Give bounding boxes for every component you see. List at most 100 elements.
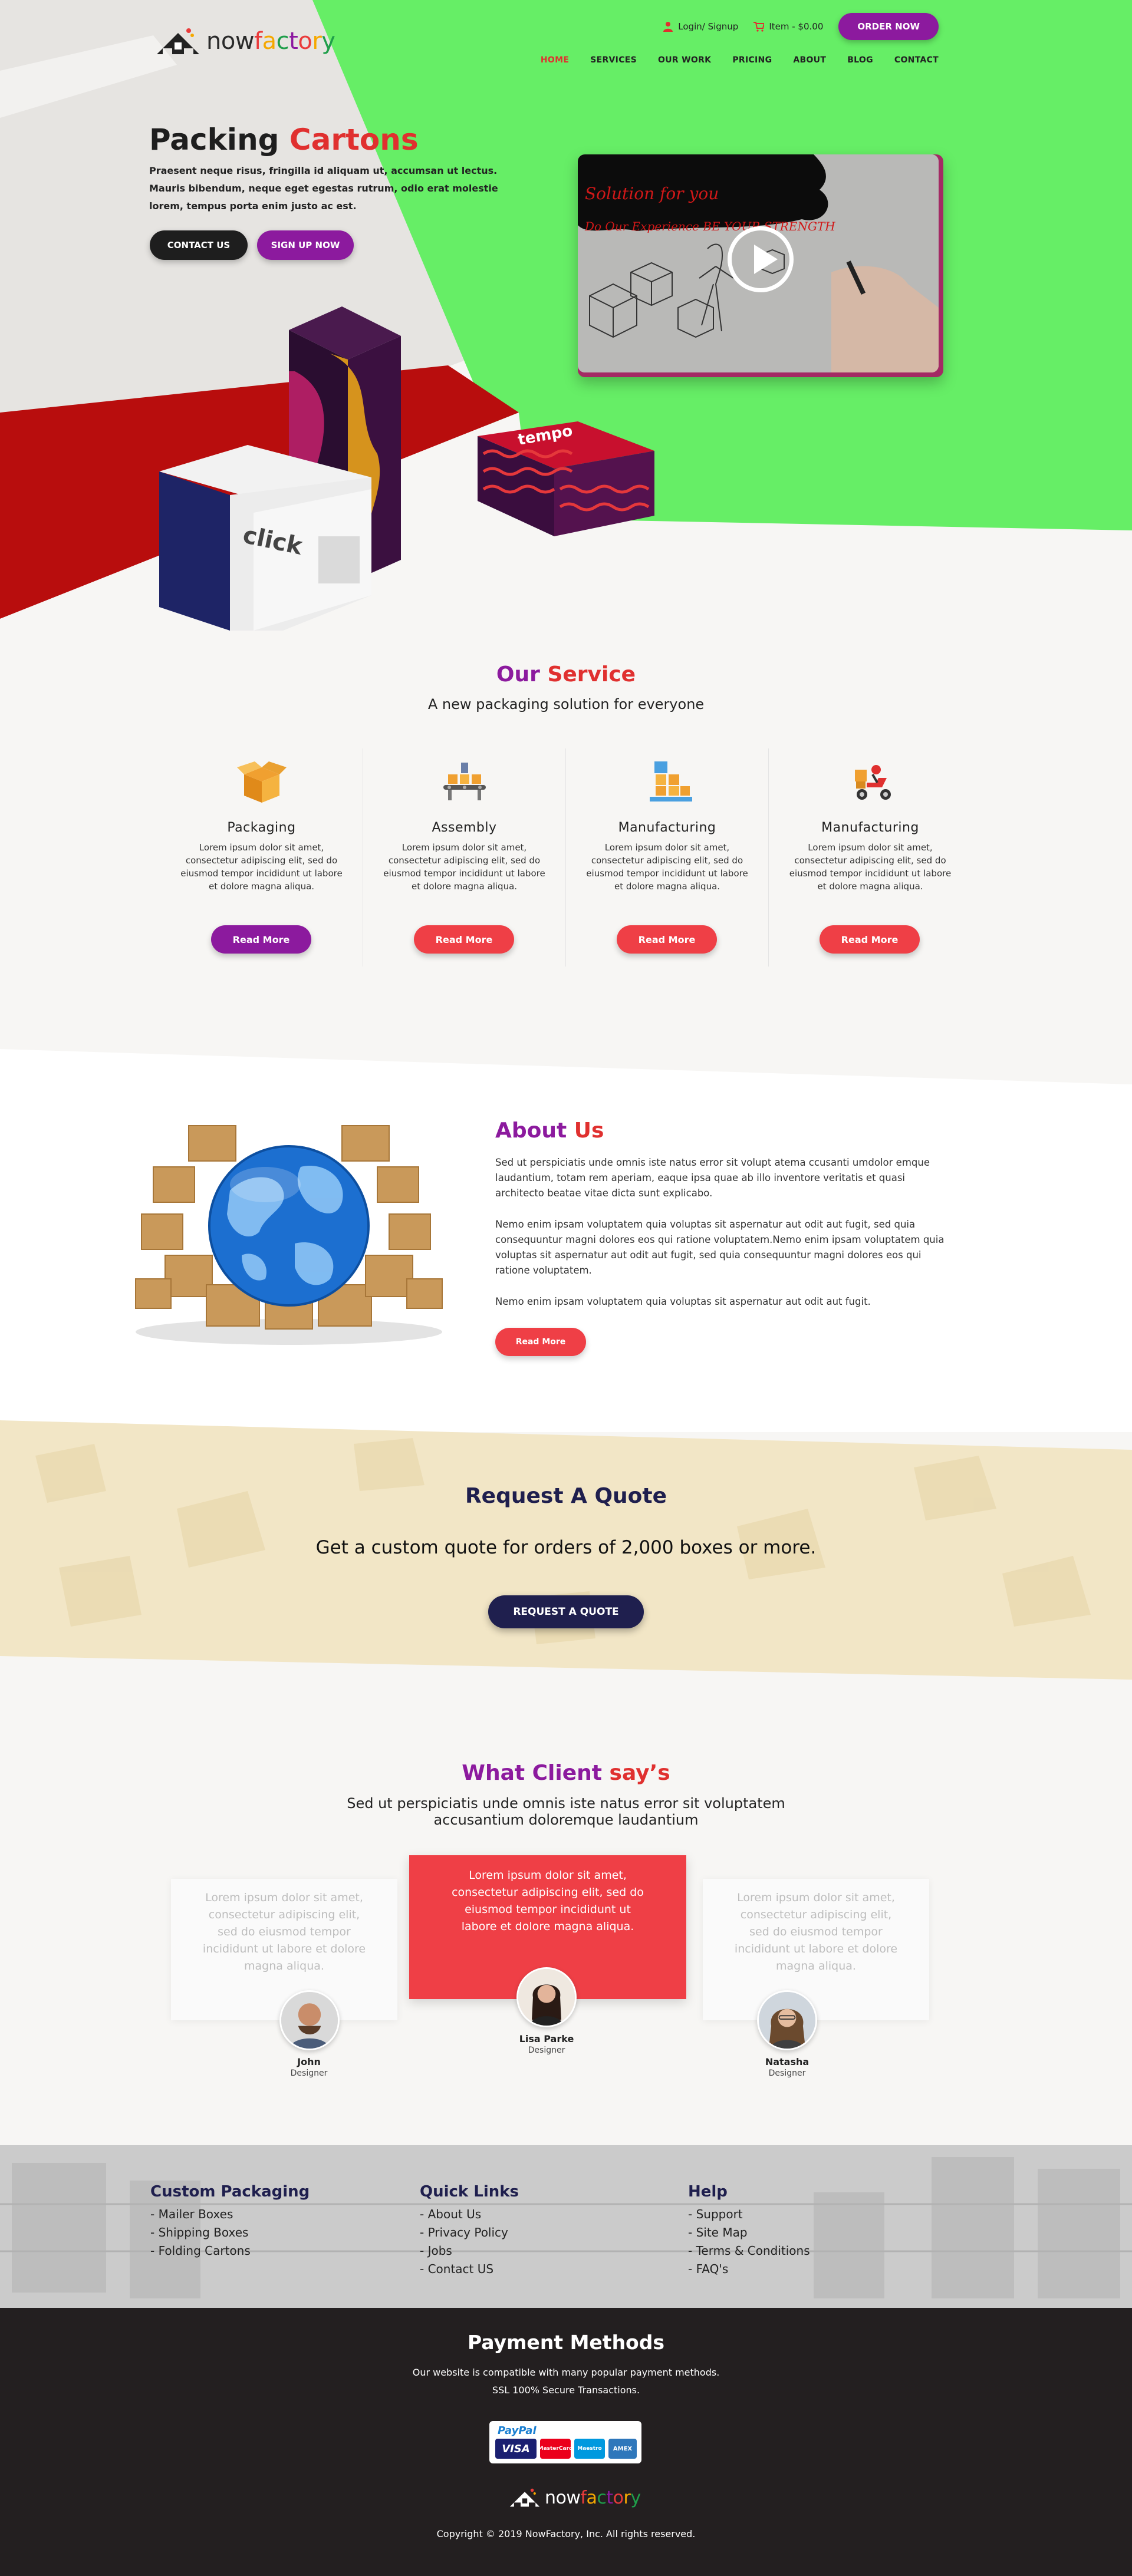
testimonials-title: What Client say’s	[462, 1761, 670, 1785]
testimonial-name: John	[297, 2056, 321, 2067]
footer-link-site-map[interactable]: - Site Map	[688, 2224, 810, 2242]
about-paragraph-3: Nemo enim ipsam voluptatem quia voluptas…	[495, 1296, 871, 1307]
nav-services[interactable]: SERVICES	[590, 55, 637, 65]
footer-link-jobs[interactable]: - Jobs	[420, 2242, 519, 2260]
testimonial-card: Lorem ipsum dolor sit amet, consectetur …	[171, 1879, 397, 2020]
footer-link-mailer-boxes[interactable]: - Mailer Boxes	[150, 2205, 310, 2224]
lisa-avatar-image	[518, 1969, 575, 2026]
nav-contact[interactable]: CONTACT	[894, 55, 939, 65]
product-boxes-illustration: tempo click	[159, 306, 654, 631]
services-grid: Packaging Lorem ipsum dolor sit amet, co…	[160, 748, 972, 967]
testimonial-role: Designer	[290, 2069, 328, 2078]
hero-section: nowfactory Login/ Signup Item - $0.00 OR…	[0, 0, 1132, 636]
nav-our-work[interactable]: OUR WORK	[658, 55, 711, 65]
paypal-logo: PayPal	[498, 2425, 537, 2437]
nav-about[interactable]: ABOUT	[793, 55, 826, 65]
factory-house-icon	[157, 28, 199, 54]
read-more-button[interactable]: Read More	[414, 925, 514, 954]
cart-link[interactable]: Item - $0.00	[753, 21, 823, 32]
footer-column-help: Help - Support - Site Map - Terms & Cond…	[688, 2183, 810, 2278]
about-paragraph-1: Sed ut perspiciatis unde omnis iste natu…	[495, 1157, 930, 1199]
read-more-button[interactable]: Read More	[211, 925, 311, 954]
avatar[interactable]	[757, 1990, 817, 2050]
payment-ssl-text: SSL 100% Secure Transactions.	[492, 2384, 640, 2396]
footer-logo[interactable]: nowfactory	[508, 2486, 641, 2509]
footer-column-title: Custom Packaging	[150, 2183, 310, 2201]
play-icon[interactable]	[728, 226, 794, 292]
about-title: About Us	[495, 1119, 604, 1143]
quote-title: Request A Quote	[465, 1484, 667, 1508]
nav-home[interactable]: HOME	[541, 55, 569, 65]
main-nav: HOME SERVICES OUR WORK PRICING ABOUT BLO…	[541, 55, 939, 65]
service-title: Our Service	[496, 662, 636, 687]
service-title-manufacturing: Manufacturing	[618, 820, 716, 835]
payment-logos: PayPal VISA MasterCard Maestro AMEX	[489, 2421, 641, 2463]
contact-us-button[interactable]: CONTACT US	[150, 230, 248, 260]
login-label: Login/ Signup	[678, 21, 739, 32]
footer-column-title: Quick Links	[420, 2183, 519, 2201]
about-paragraph-2: Nemo enim ipsam voluptatem quia voluptas…	[495, 1219, 945, 1276]
service-description: Lorem ipsum dolor sit amet, consectetur …	[586, 842, 748, 892]
mastercard-logo: MasterCard	[538, 2439, 572, 2459]
cart-label: Item - $0.00	[769, 21, 824, 32]
service-title-packaging: Packaging	[227, 820, 296, 835]
open-box-icon	[236, 761, 287, 803]
request-quote-button[interactable]: REQUEST A QUOTE	[488, 1595, 644, 1628]
order-now-button[interactable]: ORDER NOW	[838, 13, 939, 40]
hero-title: Packing Cartons	[149, 123, 419, 157]
service-card: Packaging Lorem ipsum dolor sit amet, co…	[160, 748, 363, 967]
testimonial-role: Designer	[768, 2069, 806, 2078]
footer-link-faqs[interactable]: - FAQ's	[688, 2260, 810, 2278]
footer-link-privacy-policy[interactable]: - Privacy Policy	[420, 2224, 519, 2242]
nav-pricing[interactable]: PRICING	[732, 55, 772, 65]
footer-column-quick-links: Quick Links - About Us - Privacy Policy …	[420, 2183, 519, 2278]
john-avatar-image	[281, 1992, 338, 2049]
footer-column-title: Help	[688, 2183, 728, 2201]
quote-subtitle: Get a custom quote for orders of 2,000 b…	[315, 1537, 817, 1558]
footer-link-terms[interactable]: - Terms & Conditions	[688, 2242, 810, 2260]
service-title-assembly: Assembly	[432, 820, 497, 835]
footer-link-about-us[interactable]: - About Us	[420, 2205, 519, 2224]
avatar[interactable]	[279, 1990, 340, 2050]
service-card: Manufacturing Lorem ipsum dolor sit amet…	[566, 748, 769, 967]
globe-with-boxes-illustration	[135, 1125, 443, 1345]
testimonials-subtitle-line2: accusantium doloremque laudantium	[433, 1812, 699, 1828]
testimonials-subtitle-line1: Sed ut perspiciatis unde omnis iste natu…	[347, 1795, 785, 1812]
site-logo[interactable]: nowfactory	[154, 25, 335, 58]
factory-house-icon	[509, 2488, 540, 2507]
top-utility-bar: Login/ Signup Item - $0.00 ORDER NOW	[663, 13, 939, 40]
footer-link-shipping-boxes[interactable]: - Shipping Boxes	[150, 2224, 310, 2242]
about-read-more-button[interactable]: Read More	[495, 1328, 586, 1356]
visa-logo: VISA	[495, 2439, 537, 2459]
footer-logo-wordmark: nowfactory	[545, 2487, 641, 2508]
service-description: Lorem ipsum dolor sit amet, consectetur …	[180, 842, 343, 892]
footer-link-contact-us[interactable]: - Contact US	[420, 2260, 519, 2278]
boxes-stack-icon	[649, 761, 692, 802]
footer-link-support[interactable]: - Support	[688, 2205, 810, 2224]
sign-up-now-button[interactable]: SIGN UP NOW	[257, 230, 354, 260]
copyright-text: Copyright © 2019 NowFactory, Inc. All ri…	[436, 2528, 696, 2539]
service-description: Lorem ipsum dolor sit amet, consectetur …	[789, 842, 952, 892]
delivery-scooter-icon	[855, 765, 891, 800]
service-subtitle: A new packaging solution for everyone	[427, 696, 705, 713]
maestro-logo: Maestro	[574, 2439, 605, 2459]
video-headline: Solution for you	[585, 184, 719, 203]
cart-icon	[753, 22, 765, 32]
login-signup-link[interactable]: Login/ Signup	[663, 21, 738, 32]
read-more-button[interactable]: Read More	[617, 925, 717, 954]
natasha-avatar-image	[759, 1992, 815, 2049]
avatar[interactable]	[516, 1967, 577, 2027]
conveyor-icon	[443, 763, 486, 800]
read-more-button[interactable]: Read More	[820, 925, 920, 954]
testimonial-name: Lisa Parke	[519, 2033, 574, 2044]
section-divider	[0, 1049, 1132, 1114]
amex-logo: AMEX	[608, 2439, 637, 2459]
footer-column-custom-packaging: Custom Packaging - Mailer Boxes - Shippi…	[150, 2183, 310, 2260]
payment-title: Payment Methods	[467, 2331, 664, 2354]
testimonial-card: Lorem ipsum dolor sit amet, consectetur …	[703, 1879, 929, 2020]
payment-compatibility-text: Our website is compatible with many popu…	[412, 2367, 720, 2378]
service-description: Lorem ipsum dolor sit amet, consectetur …	[383, 842, 545, 892]
nav-blog[interactable]: BLOG	[847, 55, 873, 65]
footer-link-folding-cartons[interactable]: - Folding Cartons	[150, 2242, 310, 2260]
service-card: Assembly Lorem ipsum dolor sit amet, con…	[363, 748, 566, 967]
